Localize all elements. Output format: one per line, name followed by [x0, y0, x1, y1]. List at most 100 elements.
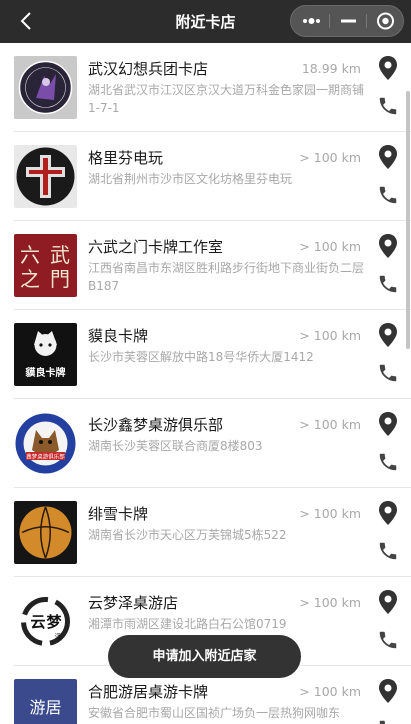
shop-distance: 18.99 km	[301, 61, 361, 76]
list-item[interactable]: 格里芬电玩 > 100 km 湖北省荆州市沙市区文化坊格里芬电玩	[0, 132, 411, 221]
logo-text: 六	[20, 243, 40, 267]
phone-icon	[379, 97, 397, 115]
mini-program-capsule	[290, 5, 404, 37]
logo-text: 鑫梦桌游俱乐部	[26, 453, 65, 461]
list-item[interactable]: 六 武 之 門 六武之门卡牌工作室 > 100 km 江西省南昌市东湖区胜利路步…	[0, 221, 411, 310]
chevron-left-icon	[20, 12, 31, 30]
location-pin-icon	[379, 679, 397, 703]
call-button[interactable]	[377, 451, 399, 473]
phone-icon	[379, 186, 397, 204]
location-pin-icon	[379, 323, 397, 347]
list-item[interactable]: 绯雪卡牌 > 100 km 湖南省长沙市天心区万芙锦城5栋522	[0, 488, 411, 577]
shop-address: 湖北省荆州市沙市区文化坊格里芬电玩	[88, 172, 293, 186]
shop-address: 长沙市芙蓉区解放中路18号华侨大厦1412	[88, 350, 314, 364]
call-button[interactable]	[377, 95, 399, 117]
location-button[interactable]	[378, 322, 398, 348]
shop-address: 湖南长沙芙蓉区联合商厦8楼803	[88, 439, 263, 453]
location-pin-icon	[379, 412, 397, 436]
shop-name: 貘良卡牌	[88, 327, 149, 345]
shop-logo-image	[14, 145, 77, 208]
more-button[interactable]	[293, 6, 330, 36]
more-dots-icon	[303, 18, 320, 24]
shop-thumbnail: 貘良卡牌	[14, 323, 77, 386]
shop-address: 安徽省合肥市蜀山区国祯广场负一层热狗网咖东	[88, 706, 341, 720]
call-button[interactable]	[377, 273, 399, 295]
shop-logo-image	[14, 501, 77, 564]
minimize-icon	[341, 19, 356, 23]
shop-address: 湖北省武汉市江汉区京汉大道万科金色家园一期商铺1-7-1	[88, 83, 365, 115]
join-nearby-shops-button[interactable]: 申请加入附近店家	[108, 635, 301, 678]
phone-icon	[379, 453, 397, 471]
location-button[interactable]	[378, 589, 398, 615]
call-button[interactable]	[377, 718, 399, 724]
list-item[interactable]: 武汉幻想兵团卡店 18.99 km 湖北省武汉市江汉区京汉大道万科金色家园一期商…	[0, 43, 411, 132]
logo-text: 云	[30, 613, 45, 631]
shop-thumbnail	[14, 145, 77, 208]
shop-name: 六武之门卡牌工作室	[88, 238, 224, 256]
location-pin-icon	[379, 56, 397, 80]
location-button[interactable]	[378, 500, 398, 526]
shop-name: 绯雪卡牌	[88, 505, 149, 523]
list-item[interactable]: 貘良卡牌 貘良卡牌 > 100 km 长沙市芙蓉区解放中路18号华侨大厦1412	[0, 310, 411, 399]
shop-thumbnail: 六 武 之 門	[14, 234, 77, 297]
location-button[interactable]	[378, 233, 398, 259]
shop-logo-image: 鑫梦桌游俱乐部	[14, 412, 77, 475]
location-button[interactable]	[378, 678, 398, 704]
shop-address: 湖南省长沙市天心区万芙锦城5栋522	[88, 528, 287, 542]
location-button[interactable]	[378, 144, 398, 170]
close-button[interactable]	[367, 6, 404, 36]
shop-thumbnail: 云 梦 泽	[14, 590, 77, 653]
minimize-button[interactable]	[330, 6, 367, 36]
nav-bar: 附近卡店	[0, 0, 411, 43]
location-button[interactable]	[378, 55, 398, 81]
shop-name: 云梦泽桌游店	[88, 594, 179, 612]
shop-name: 武汉幻想兵团卡店	[88, 60, 209, 78]
phone-icon	[379, 631, 397, 649]
call-button[interactable]	[377, 629, 399, 651]
shop-name: 格里芬电玩	[88, 149, 164, 167]
logo-text: 門	[50, 267, 70, 291]
shop-logo-image: 游居	[14, 679, 77, 724]
list-item[interactable]: 鑫梦桌游俱乐部 长沙鑫梦桌游俱乐部 > 100 km 湖南长沙芙蓉区联合商厦8楼…	[0, 399, 411, 488]
shop-logo-image: 云 梦 泽	[14, 590, 77, 653]
shop-logo-image	[14, 56, 77, 119]
logo-text: 之	[20, 267, 40, 291]
location-pin-icon	[379, 590, 397, 614]
logo-text: 梦	[46, 613, 62, 631]
call-button[interactable]	[377, 540, 399, 562]
location-button[interactable]	[378, 411, 398, 437]
scrollbar[interactable]	[406, 91, 410, 349]
phone-icon	[379, 364, 397, 382]
shop-distance: > 100 km	[299, 417, 361, 432]
shop-thumbnail: 鑫梦桌游俱乐部	[14, 412, 77, 475]
shop-address: 湘潭市雨湖区建设北路白石公馆0719	[88, 617, 287, 631]
phone-icon	[379, 542, 397, 560]
close-circle-icon	[377, 12, 394, 30]
logo-text: 武	[50, 243, 70, 267]
shop-thumbnail: 游居	[14, 679, 77, 724]
shop-thumbnail	[14, 501, 77, 564]
shop-distance: > 100 km	[299, 506, 361, 521]
location-pin-icon	[379, 145, 397, 169]
shop-distance: > 100 km	[299, 595, 361, 610]
shop-address: 江西省南昌市东湖区胜利路步行街地下商业街负二层B187	[88, 261, 365, 293]
shop-name: 合肥游居桌游卡牌	[88, 683, 209, 701]
phone-icon	[379, 720, 386, 724]
shop-name: 长沙鑫梦桌游俱乐部	[88, 416, 224, 434]
shop-distance: > 100 km	[299, 328, 361, 343]
logo-text: 泽	[55, 633, 62, 641]
back-button[interactable]	[12, 6, 42, 36]
location-pin-icon	[379, 501, 397, 525]
call-button[interactable]	[377, 362, 399, 384]
logo-text: 貘良卡牌	[25, 366, 66, 379]
location-pin-icon	[379, 234, 397, 258]
shop-distance: > 100 km	[299, 684, 361, 699]
call-button[interactable]	[377, 184, 399, 206]
phone-icon	[379, 275, 397, 293]
shop-thumbnail	[14, 56, 77, 119]
shop-distance: > 100 km	[299, 150, 361, 165]
shop-list[interactable]: 武汉幻想兵团卡店 18.99 km 湖北省武汉市江汉区京汉大道万科金色家园一期商…	[0, 43, 411, 724]
logo-text: 游居	[29, 698, 61, 717]
shop-logo-image: 六 武 之 門	[14, 234, 77, 297]
shop-distance: > 100 km	[299, 239, 361, 254]
